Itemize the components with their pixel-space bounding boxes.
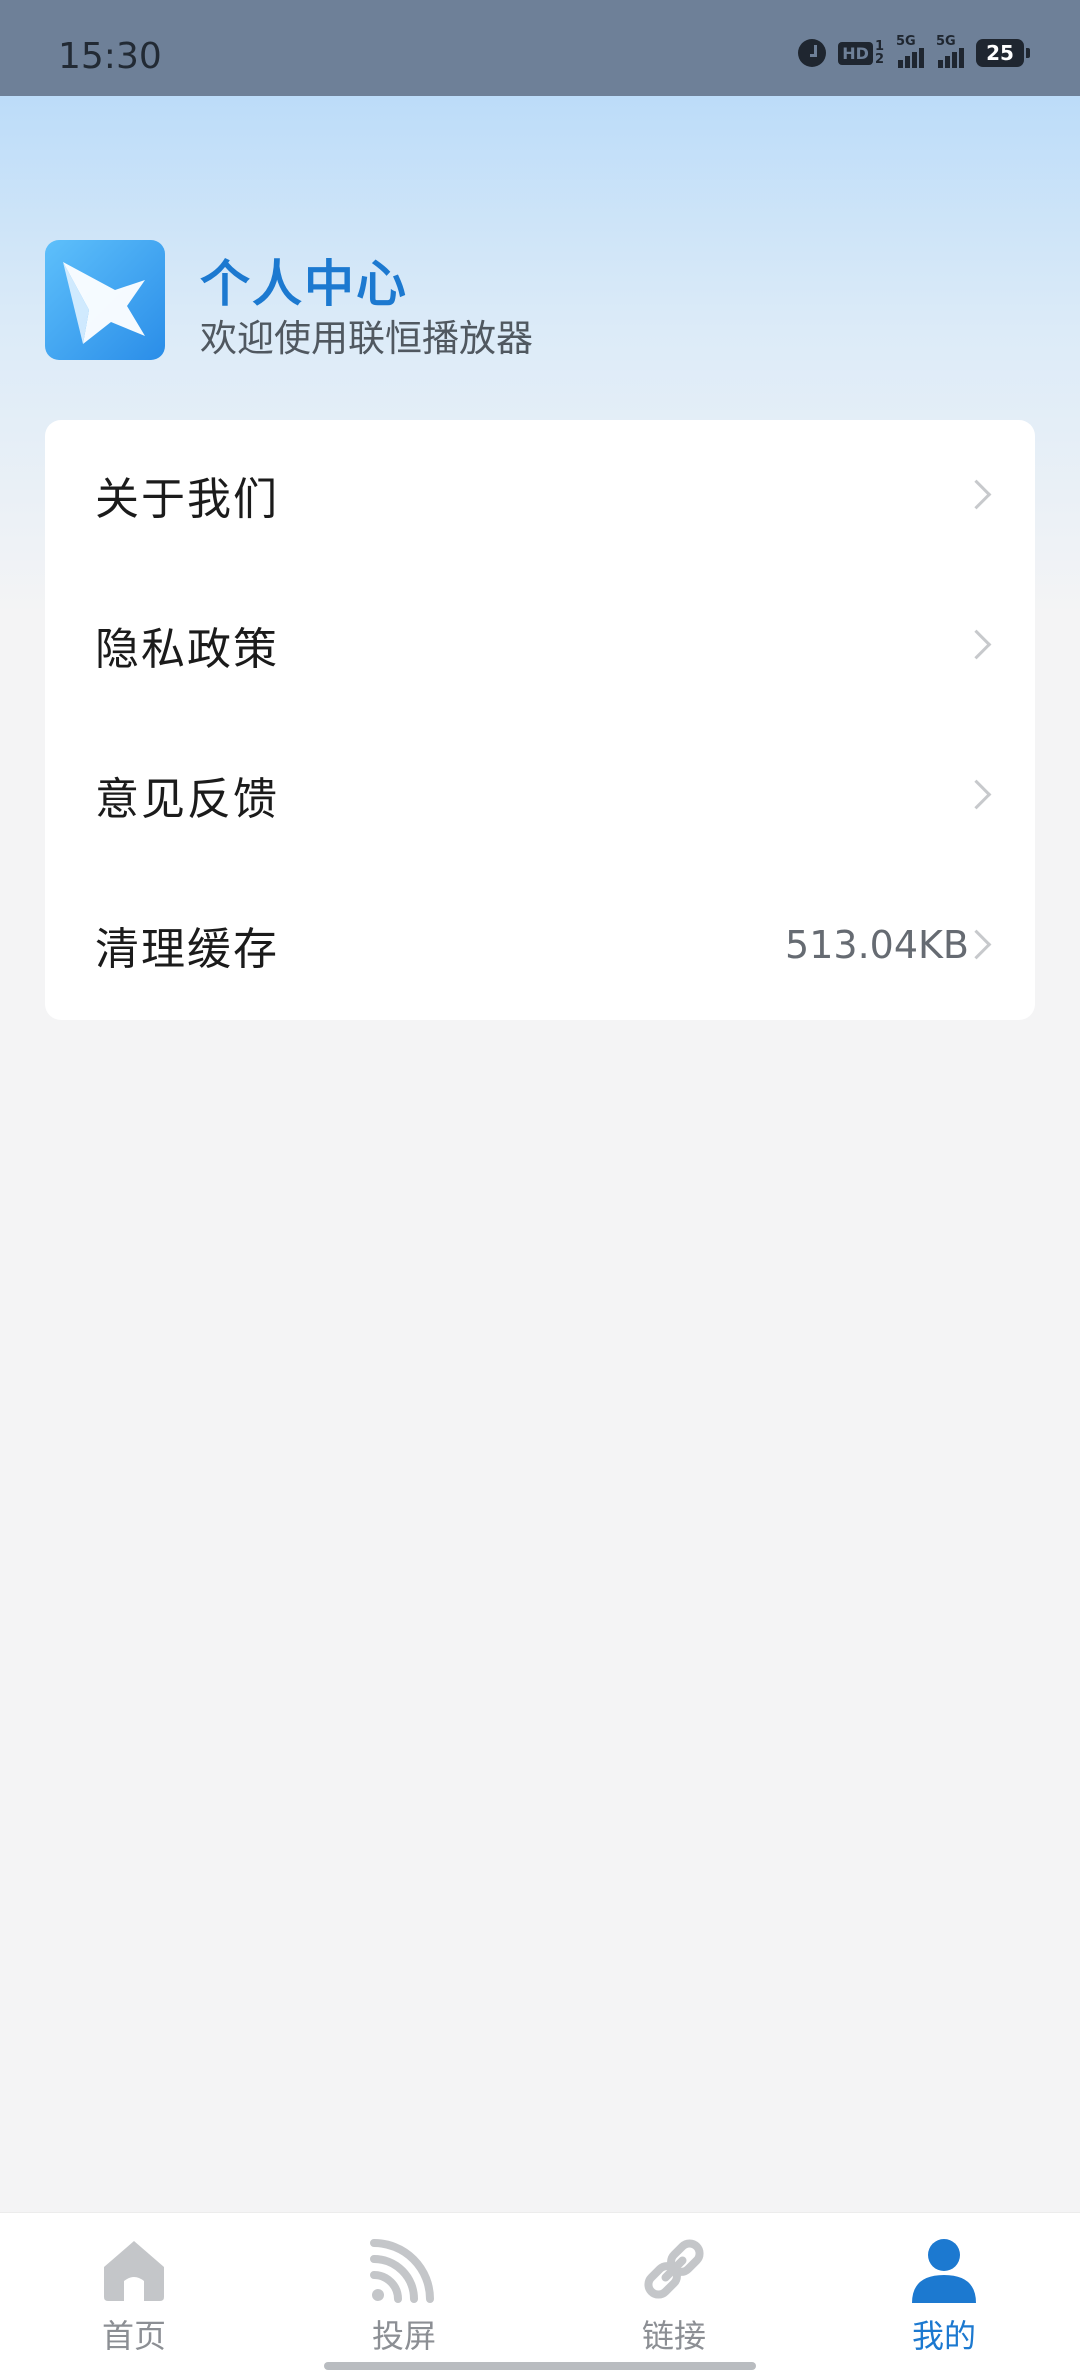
signal-icon: 5G xyxy=(936,34,964,68)
chevron-right-icon xyxy=(961,779,992,810)
menu-item-clear-cache[interactable]: 清理缓存 513.04KB xyxy=(45,870,1035,1020)
menu-item-privacy-policy[interactable]: 隐私政策 xyxy=(45,570,1035,720)
nav-item-link[interactable]: 链接 xyxy=(574,2233,774,2363)
page-subtitle: 欢迎使用联恒播放器 xyxy=(200,317,533,360)
link-icon xyxy=(644,2239,704,2299)
hd-label: HD xyxy=(838,41,873,65)
sim2-label: 5G xyxy=(936,34,956,49)
menu-item-label: 意见反馈 xyxy=(95,774,279,825)
nav-label: 首页 xyxy=(101,2317,166,2355)
home-indicator[interactable] xyxy=(324,2362,756,2370)
menu-item-label: 关于我们 xyxy=(95,474,279,525)
menu-item-about-us[interactable]: 关于我们 xyxy=(45,420,1035,570)
cache-size-value: 513.04KB xyxy=(785,923,969,967)
profile-icon xyxy=(912,2239,976,2303)
nav-item-profile[interactable]: 我的 xyxy=(844,2233,1044,2363)
nav-label: 链接 xyxy=(641,2317,706,2355)
home-icon xyxy=(104,2241,164,2301)
menu-item-label: 清理缓存 xyxy=(95,924,279,975)
page-title: 个人中心 xyxy=(200,255,408,313)
alarm-icon xyxy=(798,39,827,67)
nav-label: 投屏 xyxy=(371,2317,436,2355)
status-icons: HD 1 2 5G 5G 25 xyxy=(798,34,1030,68)
bottom-nav: 首页 投屏 链接 我的 xyxy=(0,2212,1080,2377)
nav-item-cast[interactable]: 投屏 xyxy=(304,2233,504,2363)
nav-label: 我的 xyxy=(911,2317,976,2355)
app-logo-star-icon xyxy=(45,240,165,360)
chevron-right-icon xyxy=(961,479,992,510)
battery-icon: 25 xyxy=(976,39,1030,67)
hd-sub-bottom: 2 xyxy=(874,52,884,67)
sim1-label: 5G xyxy=(896,34,916,49)
status-time: 15:30 xyxy=(58,36,162,77)
menu-item-feedback[interactable]: 意见反馈 xyxy=(45,720,1035,870)
battery-level: 25 xyxy=(986,41,1014,65)
signal-icon: 5G xyxy=(896,34,924,68)
chevron-right-icon xyxy=(961,629,992,660)
nav-item-home[interactable]: 首页 xyxy=(34,2233,234,2363)
settings-menu: 关于我们 隐私政策 意见反馈 清理缓存 513.04KB xyxy=(45,420,1035,1020)
hd-voice-icon: HD 1 2 xyxy=(838,40,884,66)
menu-item-label: 隐私政策 xyxy=(95,624,279,675)
cast-icon xyxy=(370,2239,434,2303)
status-bar: 15:30 HD 1 2 5G 5G 25 xyxy=(0,0,1080,96)
